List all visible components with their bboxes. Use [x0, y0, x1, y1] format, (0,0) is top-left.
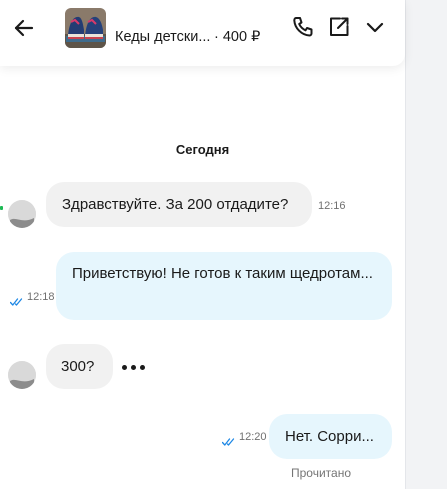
back-arrow-icon[interactable] [12, 16, 36, 40]
message-time: 12:16 [318, 200, 346, 212]
message-time: 12:20 [239, 431, 267, 443]
open-external-icon[interactable] [327, 15, 351, 39]
message-bubble-outgoing: Нет. Сорри... [269, 414, 392, 459]
more-options-icon[interactable] [122, 365, 145, 370]
chat-header: Кеды детски... · 400 ₽ [0, 0, 405, 66]
read-ticks-icon [9, 293, 23, 306]
read-ticks-icon [221, 433, 235, 446]
message-text: Нет. Сорри... [285, 428, 374, 445]
phone-icon[interactable] [291, 15, 315, 39]
message-bubble-incoming: 300? [46, 344, 113, 389]
online-indicator [0, 206, 3, 210]
date-separator: Сегодня [175, 142, 230, 157]
side-panel [405, 0, 447, 489]
message-time: 12:18 [27, 291, 55, 303]
item-title-link[interactable]: Кеды детски... [115, 29, 210, 45]
chevron-down-icon[interactable] [363, 15, 387, 39]
item-price: · 400 ₽ [214, 29, 261, 45]
avatar[interactable] [8, 200, 36, 228]
message-bubble-incoming: Здравствуйте. За 200 отдадите? [46, 182, 312, 227]
product-thumbnail[interactable] [65, 8, 106, 48]
chat-panel: Кеды детски... · 400 ₽ Сегодня Здравству… [0, 0, 405, 489]
message-text: 300? [61, 358, 95, 375]
side-panel-divider [405, 0, 406, 489]
message-bubble-outgoing: Приветствую! Не готов к таким щедротам..… [56, 252, 392, 320]
read-status: Прочитано [291, 466, 351, 480]
avatar[interactable] [8, 361, 36, 389]
message-text: Приветствую! Не готов к таким щедротам..… [72, 265, 373, 282]
message-text: Здравствуйте. За 200 отдадите? [62, 196, 289, 213]
